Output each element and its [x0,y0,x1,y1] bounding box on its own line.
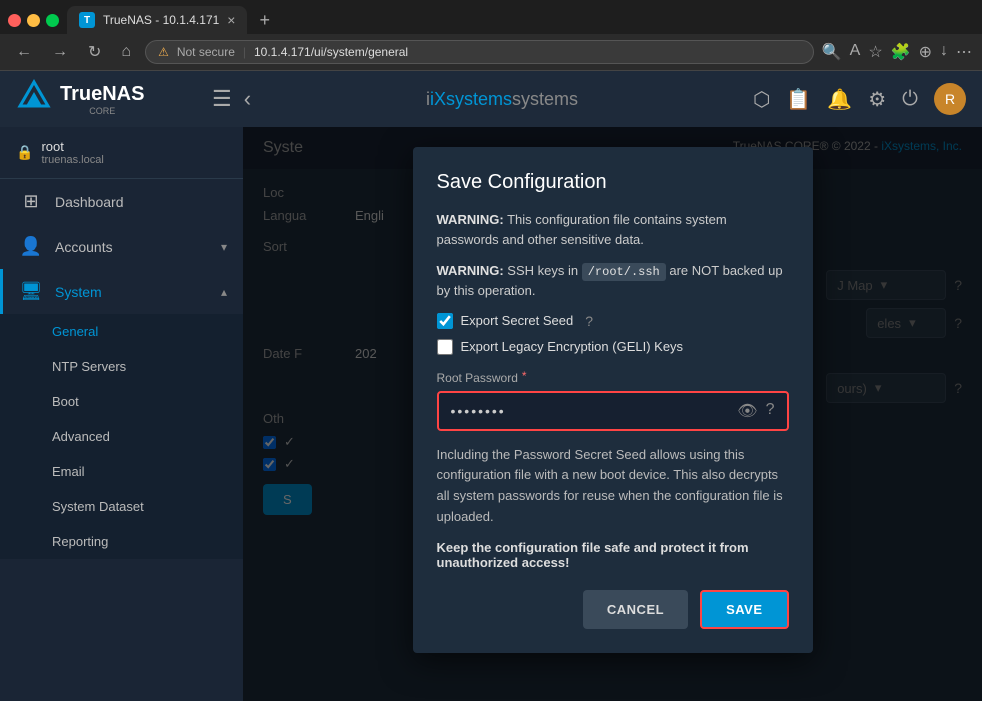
password-field-group: Root Password * 👁 ? [437,369,789,431]
sub-nav-general[interactable]: General [0,314,243,349]
back-button[interactable]: ← [10,41,38,63]
profile-icon[interactable]: ⊕ [919,42,932,62]
brand-name: iiXsystemssystems [426,89,578,110]
sub-nav-boot[interactable]: Boot [0,384,243,419]
info-text: Including the Password Secret Seed allow… [437,445,789,528]
tab-title: TrueNAS - 10.1.4.171 [103,13,219,27]
download-icon[interactable]: ↓ [940,42,948,62]
more-options-icon[interactable]: ⋯ [956,42,972,62]
system-chevron-up-icon: ▴ [221,285,227,299]
export-seed-label: Export Secret Seed [461,313,574,328]
extensions-icon[interactable]: 🧩 [891,42,911,62]
password-label-text: Root Password [437,371,518,385]
search-icon[interactable]: 🔍 [822,42,842,62]
tab-favicon: T [79,12,95,28]
browser-actions: 🔍 A ☆ 🧩 ⊕ ↓ ⋯ [822,42,972,62]
reload-button[interactable]: ↻ [82,40,107,64]
topbar-icons: ⬡ 📋 🔔 ⚙ ⏻ R [753,83,966,115]
user-info: root truenas.local [41,139,103,166]
password-input[interactable] [451,403,730,419]
win-close-btn[interactable] [8,14,21,27]
dialog-actions: CANCEL SAVE [437,590,789,629]
security-text: Not secure [177,45,235,59]
sidebar-item-dashboard-label: Dashboard [55,194,227,210]
sub-nav-reporting[interactable]: Reporting [0,524,243,559]
password-label-row: Root Password * [437,369,789,387]
win-max-btn[interactable] [46,14,59,27]
logo-text-group: TrueNAS CORE [60,83,144,116]
save-config-dialog: Save Configuration WARNING: This configu… [413,147,813,653]
warning2: WARNING: SSH keys in /root/.ssh are NOT … [437,261,789,301]
power-icon[interactable]: ⏻ [902,88,918,111]
logo-core: CORE [60,106,144,116]
translate-icon[interactable]: A [850,42,861,62]
warning1-bold: WARNING: [437,212,504,227]
new-tab-button[interactable]: + [251,10,278,31]
sidebar-item-dashboard[interactable]: ⊞ Dashboard [0,179,243,224]
topbar-nav: ☰ ‹ [212,86,251,112]
user-host: truenas.local [41,154,103,166]
dialog-title: Save Configuration [437,171,789,194]
cancel-button[interactable]: CANCEL [583,590,688,629]
warning2-text: SSH keys in [507,263,578,278]
back-nav-icon[interactable]: ‹ [244,86,251,112]
accounts-icon: 👤 [19,236,43,257]
sub-nav-advanced[interactable]: Advanced [0,419,243,454]
sidebar-item-accounts[interactable]: 👤 Accounts ▾ [0,224,243,269]
user-lock-icon: 🔒 [16,144,33,161]
settings-gear-icon[interactable]: ⚙ [868,87,886,112]
user-avatar[interactable]: R [934,83,966,115]
hide-password-icon[interactable]: 👁 [737,401,757,421]
security-warning: ⚠ [158,45,169,59]
address-bar[interactable]: ⚠ Not secure | 10.1.4.171/ui/system/gene… [145,40,814,64]
sub-nav-email[interactable]: Email [0,454,243,489]
dashboard-icon: ⊞ [19,191,43,212]
password-input-wrapper[interactable]: 👁 ? [437,391,789,431]
sidebar-item-accounts-label: Accounts [55,239,209,255]
sub-nav-system-dataset[interactable]: System Dataset [0,489,243,524]
clipboard-icon[interactable]: 📋 [786,87,811,112]
dialog-overlay: Save Configuration WARNING: This configu… [243,127,982,701]
sidebar: 🔒 root truenas.local ⊞ Dashboard 👤 Accou… [0,127,243,701]
keep-safe-warning: Keep the configuration file safe and pro… [437,540,789,570]
forward-button[interactable]: → [46,41,74,63]
bookmark-icon[interactable]: ☆ [868,42,882,62]
warning2-bold: WARNING: [437,263,504,278]
datacenter-icon[interactable]: ⬡ [753,87,770,112]
password-help-icon[interactable]: ? [766,401,775,421]
tab-close-icon[interactable]: × [227,12,235,28]
topbar-center: iiXsystemssystems [267,89,737,110]
input-icons: 👁 ? [737,401,774,421]
win-min-btn[interactable] [27,14,40,27]
export-legacy-checkbox[interactable] [437,339,453,355]
system-sub-nav: General NTP Servers Boot Advanced Email … [0,314,243,559]
username: root [41,139,103,154]
sidebar-item-system[interactable]: 🖥 System ▴ [0,269,243,314]
export-seed-help-icon[interactable]: ? [585,313,593,329]
export-seed-checkbox[interactable] [437,313,453,329]
menu-hamburger-icon[interactable]: ☰ [212,86,232,112]
sidebar-item-system-label: System [55,284,209,300]
accounts-chevron-right-icon: ▾ [221,240,227,254]
logo-area: TrueNAS CORE [16,78,196,121]
password-required-star: * [522,369,527,383]
topbar: TrueNAS CORE ☰ ‹ iiXsystemssystems ⬡ 📋 🔔… [0,71,982,127]
ssh-path-badge: /root/.ssh [582,263,666,281]
export-legacy-label: Export Legacy Encryption (GELI) Keys [461,339,684,354]
save-button[interactable]: SAVE [700,590,788,629]
logo-truenas: TrueNAS [60,83,144,105]
truenas-logo-icon [16,78,52,121]
export-legacy-row: Export Legacy Encryption (GELI) Keys [437,339,789,355]
main-content: Syste TrueNAS CORE® © 2022 - iXsystems, … [243,127,982,701]
url-text: 10.1.4.171/ui/system/general [254,45,408,59]
notification-bell-icon[interactable]: 🔔 [827,87,852,112]
export-seed-row: Export Secret Seed ? [437,313,789,329]
sub-nav-ntp[interactable]: NTP Servers [0,349,243,384]
browser-tab-active[interactable]: T TrueNAS - 10.1.4.171 × [67,6,247,34]
warning1: WARNING: This configuration file contain… [437,210,789,249]
home-button[interactable]: ⌂ [115,41,137,63]
user-section: 🔒 root truenas.local [0,127,243,179]
system-icon: 🖥 [19,281,43,302]
